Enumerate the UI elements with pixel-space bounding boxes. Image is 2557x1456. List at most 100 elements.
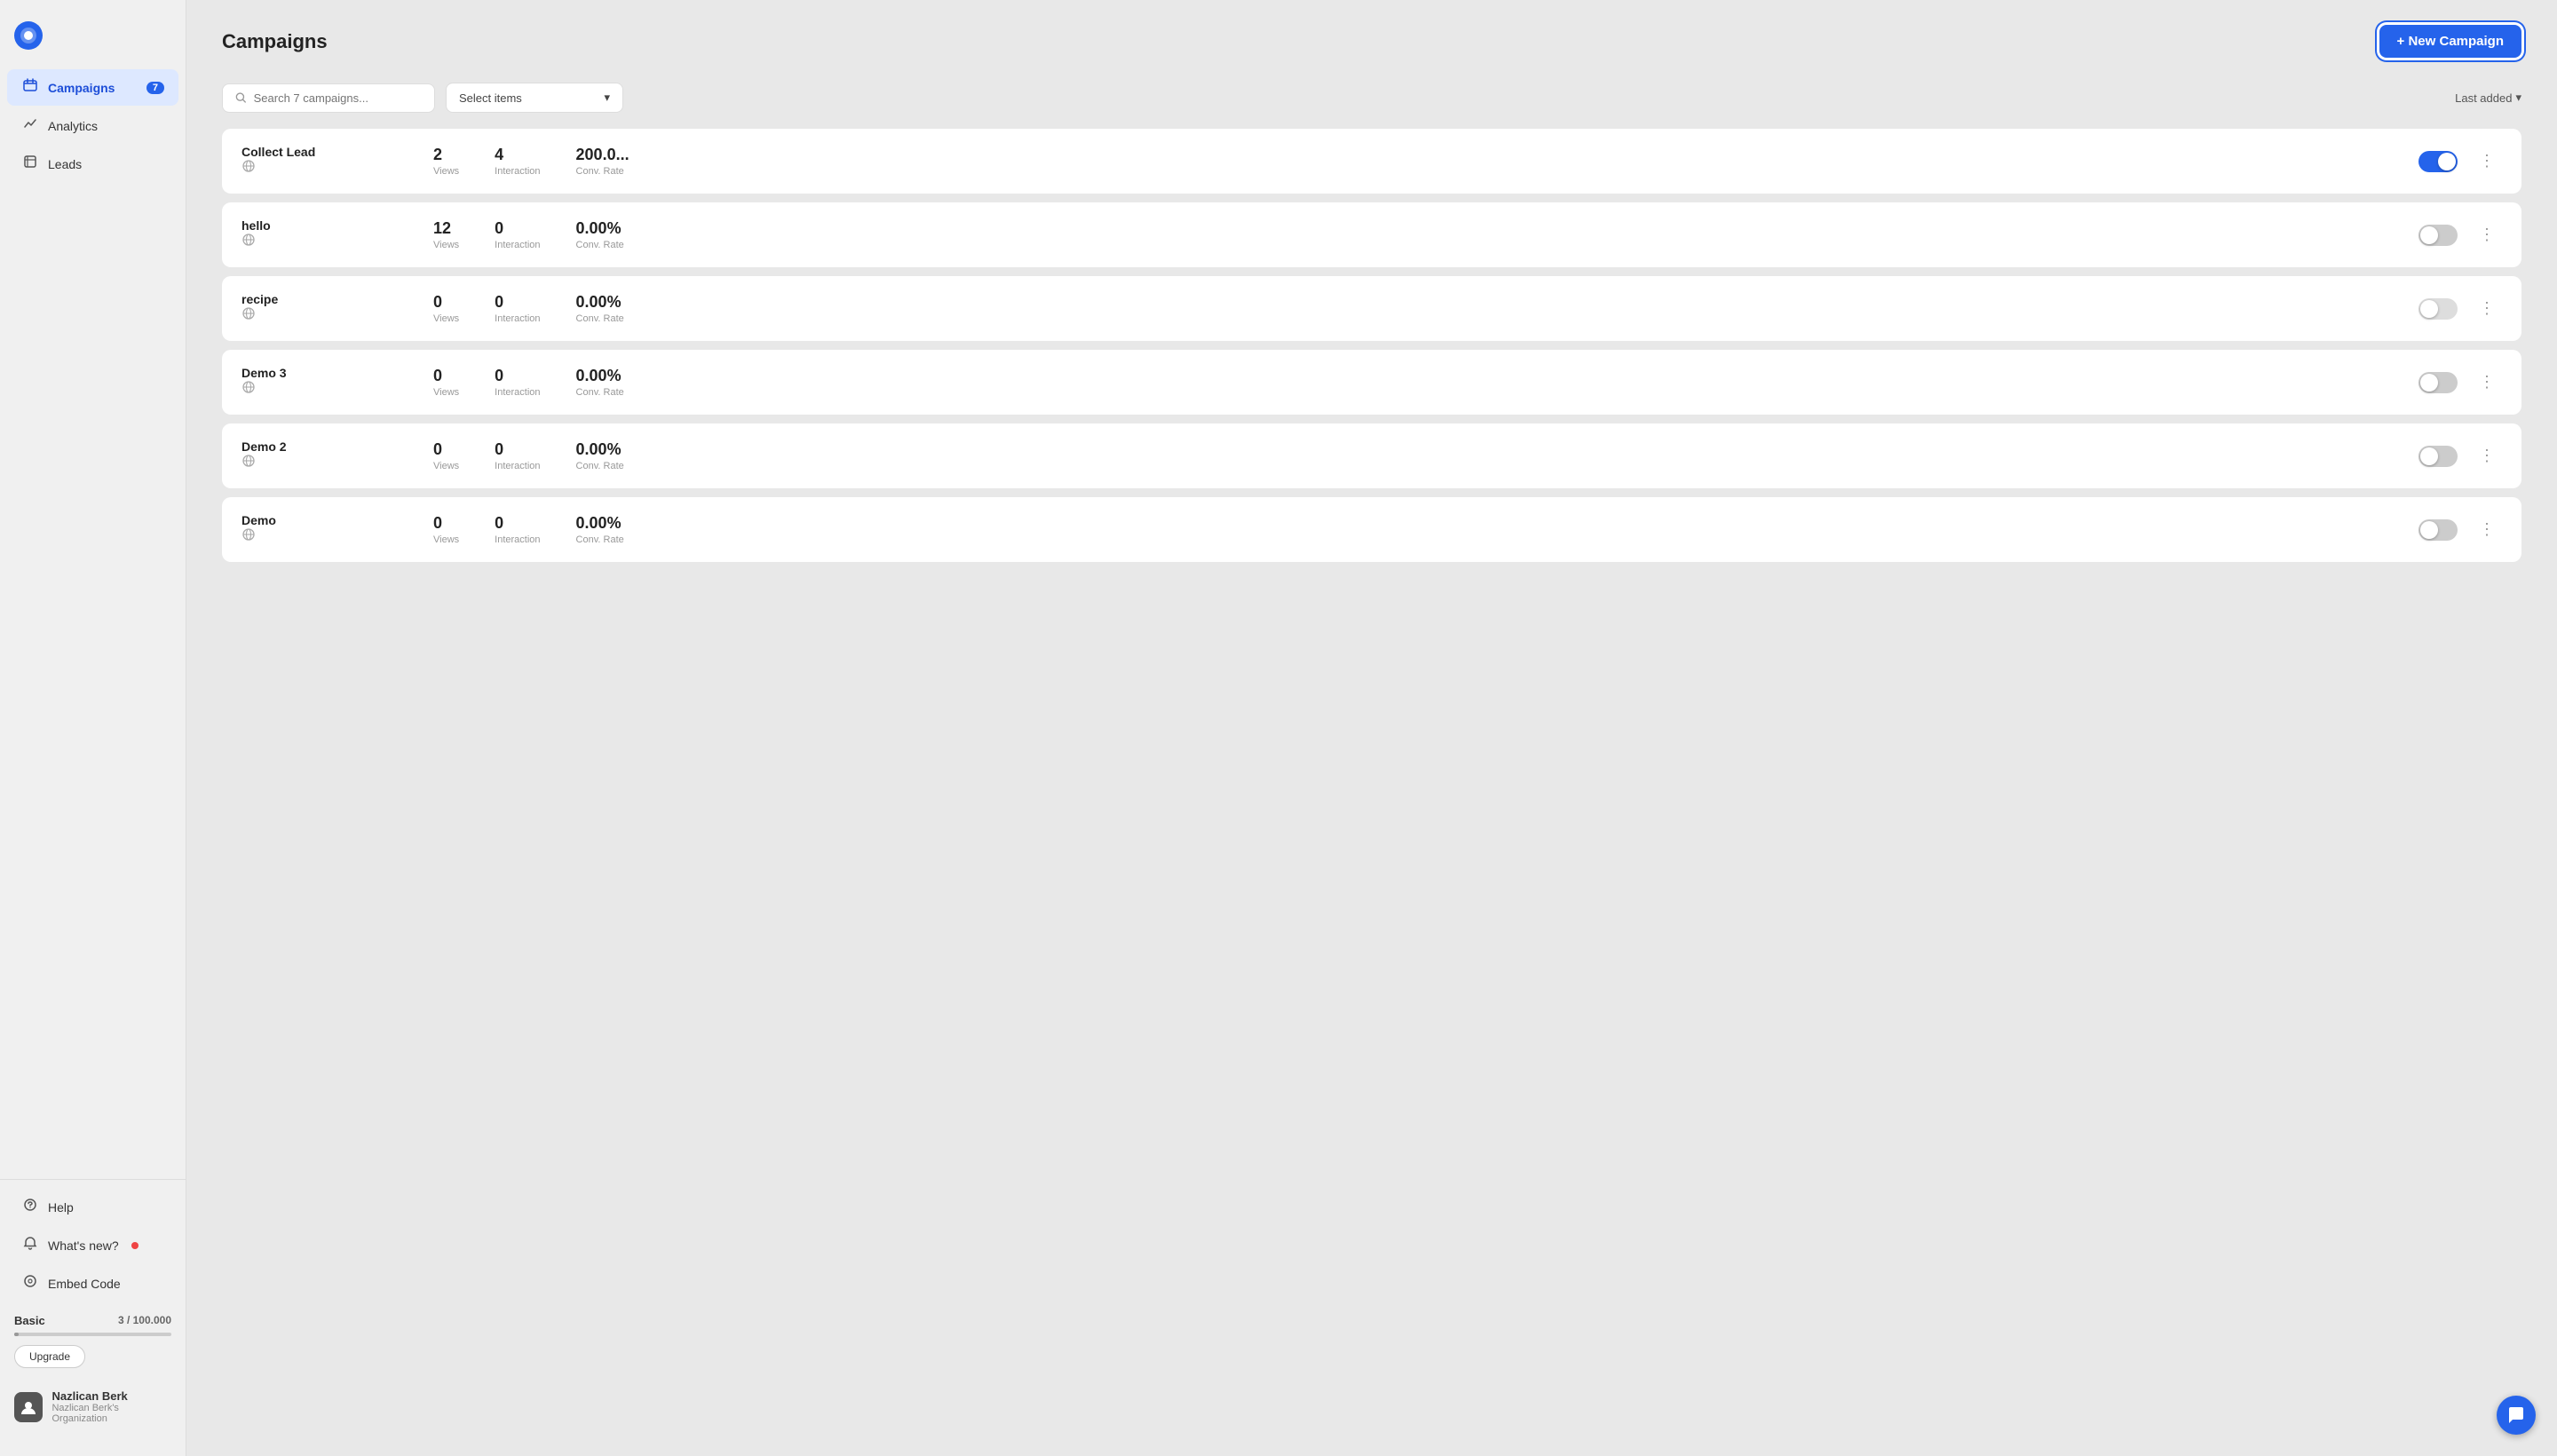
stat-interaction: 0 Interaction bbox=[495, 440, 540, 471]
stat-conv-rate: 0.00% Conv. Rate bbox=[576, 293, 624, 324]
toggle-thumb bbox=[2420, 226, 2438, 244]
sidebar-item-analytics[interactable]: Analytics bbox=[7, 107, 178, 144]
new-campaign-button[interactable]: + New Campaign bbox=[2379, 25, 2521, 58]
interaction-value: 0 bbox=[495, 367, 503, 385]
campaign-toggle[interactable] bbox=[2418, 372, 2458, 393]
campaigns-icon bbox=[21, 78, 39, 97]
campaign-more-button[interactable]: ⋮ bbox=[2472, 296, 2502, 321]
sidebar-item-whats-new[interactable]: What's new? bbox=[7, 1227, 178, 1263]
interaction-value: 0 bbox=[495, 514, 503, 533]
sidebar-leads-label: Leads bbox=[48, 157, 82, 171]
embed-icon bbox=[21, 1274, 39, 1293]
campaign-toggle[interactable] bbox=[2418, 446, 2458, 467]
stat-conv-rate: 0.00% Conv. Rate bbox=[576, 514, 624, 545]
embed-code-label: Embed Code bbox=[48, 1277, 121, 1291]
sidebar-campaigns-label: Campaigns bbox=[48, 81, 115, 95]
toggle-thumb bbox=[2420, 447, 2438, 465]
campaign-toggle[interactable] bbox=[2418, 298, 2458, 320]
views-value: 2 bbox=[433, 146, 442, 164]
plan-section: Basic 3 / 100.000 Upgrade bbox=[0, 1303, 186, 1379]
conv-rate-value: 200.0... bbox=[576, 146, 629, 164]
campaign-name: Demo 2 bbox=[241, 439, 287, 454]
campaign-name-block: Demo bbox=[241, 513, 276, 546]
help-icon bbox=[21, 1198, 39, 1216]
campaign-name: recipe bbox=[241, 292, 278, 306]
toggle-track bbox=[2418, 446, 2458, 467]
campaign-stats: 12 Views 0 Interaction 0.00% Conv. Rate bbox=[433, 219, 2404, 250]
stat-views: 0 Views bbox=[433, 293, 459, 324]
sidebar-item-leads[interactable]: Leads bbox=[7, 146, 178, 182]
interaction-label: Interaction bbox=[495, 166, 540, 177]
campaign-more-button[interactable]: ⋮ bbox=[2472, 222, 2502, 248]
campaign-more-button[interactable]: ⋮ bbox=[2472, 148, 2502, 174]
views-label: Views bbox=[433, 387, 459, 398]
conv-rate-value: 0.00% bbox=[576, 514, 621, 533]
globe-icon bbox=[241, 235, 256, 249]
globe-icon bbox=[241, 309, 256, 323]
campaign-more-button[interactable]: ⋮ bbox=[2472, 517, 2502, 542]
campaign-name-block: Demo 2 bbox=[241, 439, 287, 472]
views-value: 12 bbox=[433, 219, 451, 238]
campaign-actions: ⋮ bbox=[2418, 296, 2502, 321]
toggle-track bbox=[2418, 298, 2458, 320]
user-name: Nazlican Berk bbox=[51, 1389, 171, 1403]
campaign-name: Collect Lead bbox=[241, 145, 315, 159]
search-input[interactable] bbox=[254, 91, 422, 105]
main-content: Campaigns + New Campaign Select items ▾ … bbox=[186, 0, 2557, 1456]
interaction-label: Interaction bbox=[495, 313, 540, 324]
search-box[interactable] bbox=[222, 83, 435, 113]
sidebar-analytics-label: Analytics bbox=[48, 119, 98, 133]
views-label: Views bbox=[433, 461, 459, 471]
sidebar-item-campaigns[interactable]: Campaigns 7 bbox=[7, 69, 178, 106]
globe-icon bbox=[241, 456, 256, 471]
campaign-info: recipe bbox=[241, 292, 419, 325]
sidebar-item-help[interactable]: Help bbox=[7, 1189, 178, 1225]
toolbar: Select items ▾ Last added ▾ bbox=[222, 83, 2521, 113]
campaign-card: recipe 0 Views 0 Interaction 0.00% Conv.… bbox=[222, 276, 2521, 341]
globe-icon bbox=[241, 530, 256, 544]
select-items-label: Select items bbox=[459, 91, 522, 105]
conv-rate-value: 0.00% bbox=[576, 219, 621, 238]
stat-conv-rate: 0.00% Conv. Rate bbox=[576, 440, 624, 471]
stat-conv-rate: 200.0... Conv. Rate bbox=[576, 146, 629, 177]
conv-rate-value: 0.00% bbox=[576, 293, 621, 312]
user-info: Nazlican Berk Nazlican Berk's Organizati… bbox=[51, 1389, 171, 1424]
campaign-name-block: Demo 3 bbox=[241, 366, 287, 399]
notification-dot bbox=[131, 1242, 139, 1249]
conv-rate-label: Conv. Rate bbox=[576, 534, 624, 545]
stat-interaction: 4 Interaction bbox=[495, 146, 540, 177]
campaign-name-block: hello bbox=[241, 218, 271, 251]
conv-rate-label: Conv. Rate bbox=[576, 240, 624, 250]
campaign-actions: ⋮ bbox=[2418, 222, 2502, 248]
campaign-stats: 0 Views 0 Interaction 0.00% Conv. Rate bbox=[433, 293, 2404, 324]
chat-bubble-button[interactable] bbox=[2497, 1396, 2536, 1435]
views-label: Views bbox=[433, 166, 459, 177]
campaign-name-block: recipe bbox=[241, 292, 278, 325]
toggle-thumb bbox=[2420, 300, 2438, 318]
upgrade-button[interactable]: Upgrade bbox=[14, 1345, 85, 1368]
sidebar-item-embed-code[interactable]: Embed Code bbox=[7, 1265, 178, 1302]
stat-views: 12 Views bbox=[433, 219, 459, 250]
conv-rate-value: 0.00% bbox=[576, 440, 621, 459]
campaign-info: Demo bbox=[241, 513, 419, 546]
campaign-more-button[interactable]: ⋮ bbox=[2472, 443, 2502, 469]
campaign-name: Demo bbox=[241, 513, 276, 527]
campaign-toggle[interactable] bbox=[2418, 225, 2458, 246]
sort-chevron-icon: ▾ bbox=[2515, 91, 2521, 105]
page-title: Campaigns bbox=[222, 30, 328, 53]
conv-rate-label: Conv. Rate bbox=[576, 166, 624, 177]
toggle-thumb bbox=[2420, 521, 2438, 539]
campaign-toggle[interactable] bbox=[2418, 519, 2458, 541]
campaign-more-button[interactable]: ⋮ bbox=[2472, 369, 2502, 395]
select-items-dropdown[interactable]: Select items ▾ bbox=[446, 83, 623, 113]
conv-rate-label: Conv. Rate bbox=[576, 387, 624, 398]
interaction-label: Interaction bbox=[495, 534, 540, 545]
sort-control[interactable]: Last added ▾ bbox=[2455, 91, 2521, 105]
toggle-track bbox=[2418, 225, 2458, 246]
plan-bar-bg bbox=[14, 1333, 171, 1336]
campaign-toggle[interactable] bbox=[2418, 151, 2458, 172]
interaction-label: Interaction bbox=[495, 461, 540, 471]
plan-count: 3 / 100.000 bbox=[118, 1314, 171, 1327]
conv-rate-value: 0.00% bbox=[576, 367, 621, 385]
conv-rate-label: Conv. Rate bbox=[576, 313, 624, 324]
